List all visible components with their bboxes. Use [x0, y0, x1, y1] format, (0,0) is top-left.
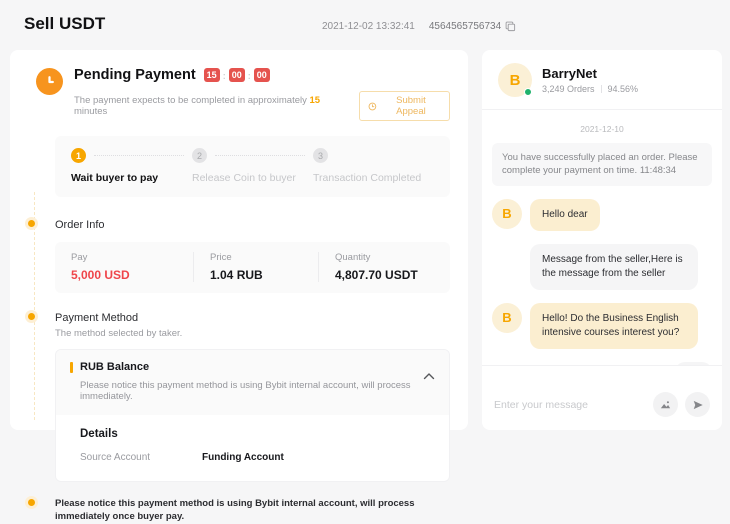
- chat-message: B Hello! Do the Business English intensi…: [492, 303, 712, 349]
- chat-panel: B BarryNet 3,249 Orders 94.56% 2021-12-1…: [482, 50, 722, 430]
- payment-method-subtitle: The method selected by taker.: [55, 328, 450, 339]
- source-account-label: Source Account: [80, 452, 202, 463]
- payment-method-title: Payment Method: [55, 312, 450, 324]
- step-transaction-completed: 3 Transaction Completed: [313, 148, 434, 184]
- order-stepper: 1 Wait buyer to pay 2 Release Coin to bu…: [55, 136, 450, 197]
- chat-message: B Hello dear: [492, 199, 712, 231]
- seller-orders: 3,249 Orders: [542, 84, 595, 94]
- pay-value: 5,000 USD: [71, 268, 177, 282]
- step-wait-buyer: 1 Wait buyer to pay: [71, 148, 192, 184]
- order-detail-card: Pending Payment 15 00 00 The payment exp…: [10, 50, 468, 430]
- chat-input-bar: [482, 365, 722, 430]
- seller-avatar: B: [492, 199, 522, 229]
- image-icon: [659, 398, 672, 411]
- chat-message-input[interactable]: [494, 399, 646, 411]
- message-bubble: Hello! Do the Business English intensive…: [530, 303, 698, 349]
- message-bubble: Hello dear: [530, 199, 600, 231]
- copy-icon[interactable]: [505, 21, 516, 32]
- chat-body: 2021-12-10 You have successfully placed …: [482, 110, 722, 365]
- attach-image-button[interactable]: [653, 392, 678, 417]
- countdown-seconds: 00: [254, 68, 270, 82]
- page-title: Sell USDT: [24, 14, 105, 34]
- order-info-quantity: Quantity 4,807.70 USDT: [318, 252, 434, 282]
- order-timestamp: 2021-12-02 13:32:41: [322, 21, 415, 32]
- pending-title: Pending Payment: [74, 67, 196, 83]
- seller-avatar: B: [498, 63, 532, 97]
- chat-date: 2021-12-10: [492, 124, 712, 134]
- order-id: 4564565756734: [429, 21, 501, 32]
- bottom-notice: Please notice this payment method is usi…: [10, 498, 468, 524]
- step-label: Wait buyer to pay: [71, 172, 192, 184]
- pending-clock-icon: [36, 68, 63, 95]
- quantity-value: 4,807.70 USDT: [335, 268, 418, 282]
- payment-method-details: Details Source Account Funding Account: [56, 415, 449, 481]
- source-account-row: Source Account Funding Account: [80, 452, 435, 463]
- order-info-title: Order Info: [55, 219, 450, 231]
- seller-stats: 3,249 Orders 94.56%: [542, 84, 638, 94]
- countdown-timer: 15 00 00: [204, 66, 270, 84]
- order-info-box: Pay 5,000 USD Price 1.04 RUB Quantity 4,…: [55, 242, 450, 293]
- order-info-price: Price 1.04 RUB: [193, 252, 318, 282]
- pending-payment-header: Pending Payment 15 00 00 The payment exp…: [10, 50, 468, 121]
- countdown-minutes: 00: [229, 68, 245, 82]
- top-header: Sell USDT 2021-12-02 13:32:41 4564565756…: [0, 0, 730, 48]
- seller-name[interactable]: BarryNet: [542, 66, 638, 81]
- submit-appeal-button[interactable]: Submit Appeal: [359, 91, 450, 121]
- order-info-section: Order Info Pay 5,000 USD Price 1.04 RUB …: [10, 219, 468, 293]
- step-label: Release Coin to buyer: [192, 172, 313, 184]
- chat-header: B BarryNet 3,249 Orders 94.56%: [482, 50, 722, 110]
- header-meta: 2021-12-02 13:32:41 4564565756734: [322, 21, 516, 32]
- online-status-dot: [524, 88, 532, 96]
- seller-rating: 94.56%: [608, 84, 639, 94]
- chevron-up-icon[interactable]: [423, 372, 435, 380]
- message-bubble: Message from the seller,Here is the mess…: [530, 244, 698, 290]
- order-info-pay: Pay 5,000 USD: [55, 252, 193, 282]
- payment-method-name: RUB Balance: [80, 361, 149, 373]
- details-title: Details: [80, 428, 435, 440]
- step-label: Transaction Completed: [313, 172, 434, 184]
- pending-subtitle: The payment expects to be completed in a…: [74, 95, 351, 117]
- appeal-clock-icon: [368, 102, 377, 111]
- step-release-coin: 2 Release Coin to buyer: [192, 148, 313, 184]
- accent-bar: [70, 362, 73, 373]
- payment-method-note: Please notice this payment method is usi…: [70, 380, 435, 402]
- chat-message: Message from the seller,Here is the mess…: [492, 244, 712, 290]
- send-message-button[interactable]: [685, 392, 710, 417]
- payment-method-card: RUB Balance Please notice this payment m…: [55, 349, 450, 482]
- countdown-hours: 15: [204, 68, 220, 82]
- send-icon: [692, 399, 704, 411]
- system-message: You have successfully placed an order. P…: [492, 143, 712, 186]
- payment-method-section: Payment Method The method selected by ta…: [10, 312, 468, 482]
- source-account-value: Funding Account: [202, 452, 284, 463]
- payment-method-summary: RUB Balance Please notice this payment m…: [56, 350, 449, 415]
- price-value: 1.04 RUB: [210, 268, 302, 282]
- seller-avatar: B: [492, 303, 522, 333]
